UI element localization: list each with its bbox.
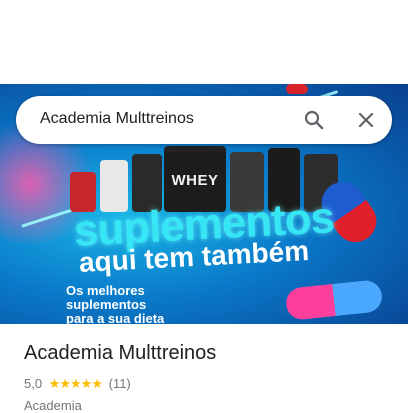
tagline-line: Os melhores bbox=[66, 283, 145, 298]
capsule-decoration bbox=[286, 84, 308, 94]
search-icon[interactable] bbox=[302, 108, 326, 132]
star-rating-icon: ★★★★★ bbox=[48, 376, 103, 391]
banner-tagline: Os melhores suplementos para a sua dieta bbox=[66, 283, 226, 325]
place-name: Academia Multtreinos bbox=[24, 342, 217, 364]
search-box[interactable]: Academia Multtreinos bbox=[16, 96, 392, 144]
rating-row[interactable]: 5,0 ★★★★★ (11) bbox=[24, 376, 131, 392]
rating-value: 5,0 bbox=[24, 376, 43, 391]
tagline-line: suplementos bbox=[66, 297, 147, 312]
close-icon[interactable] bbox=[354, 108, 378, 132]
review-count[interactable]: (11) bbox=[109, 376, 131, 391]
top-blank-area bbox=[0, 0, 408, 84]
tagline-line: para a sua dieta bbox=[66, 311, 165, 325]
search-input[interactable]: Academia Multtreinos bbox=[40, 110, 194, 128]
place-category[interactable]: Academia bbox=[24, 398, 82, 413]
pink-capsule-decoration bbox=[284, 279, 384, 321]
